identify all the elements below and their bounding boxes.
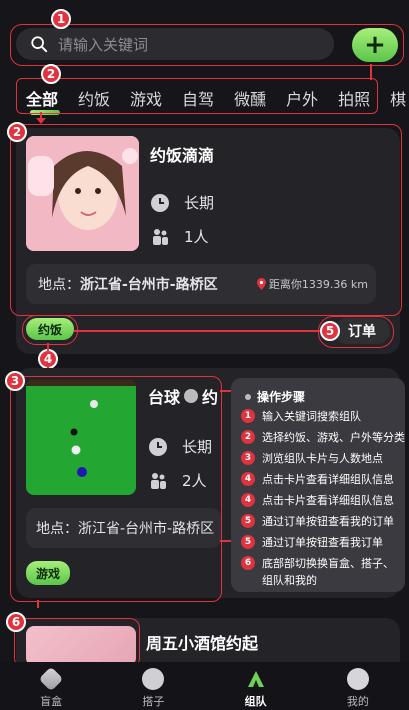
annotation-badge-6: 6 <box>6 612 26 632</box>
annotation-badge-2b: 2 <box>7 122 27 142</box>
annotation-box-card-2 <box>10 376 222 602</box>
card-duration: 长期 <box>150 192 214 213</box>
nav-label: 组队 <box>244 695 267 708</box>
annotation-badge-5: 5 <box>320 321 340 341</box>
distance: 距离你1339.36 km <box>256 276 368 292</box>
annotation-line <box>220 390 231 392</box>
location-label: 地点： <box>38 277 80 293</box>
step-text: 通过订单按钮查看我的订单 <box>262 515 394 528</box>
step-item: 2 选择约饭、游戏、户外等分类 <box>241 429 405 446</box>
dot-icon <box>245 393 251 400</box>
annotation-box-card-3 <box>14 618 140 668</box>
clock-icon <box>151 193 169 212</box>
tab-chess[interactable]: 棋 <box>390 86 406 110</box>
location-pin-icon <box>256 278 266 290</box>
annotation-box-search <box>10 24 404 66</box>
nav-label: 我的 <box>346 695 369 708</box>
step-number: 5 <box>241 514 255 528</box>
step-text: 浏览组队卡片与人数地点 <box>262 452 383 465</box>
team-icon <box>247 671 264 687</box>
annotation-line <box>370 64 372 80</box>
nav-blindbox[interactable]: 盲盒 <box>0 662 102 710</box>
profile-icon <box>346 668 369 690</box>
step-text: 选择约饭、游戏、户外等分类 <box>262 431 405 444</box>
card-cover-image <box>26 136 139 251</box>
annotation-box-tag <box>22 315 78 345</box>
duration-value: 长期 <box>184 194 215 212</box>
card-people: 1人 <box>150 226 209 247</box>
nav-label: 搭子 <box>142 695 165 708</box>
step-text: 点击卡片查看详细组队信息 <box>262 494 394 507</box>
people-count: 1人 <box>184 228 209 246</box>
step-number: 1 <box>241 409 255 423</box>
nav-team[interactable]: 组队 <box>205 662 307 710</box>
steps-panel: 操作步骤 1 输入关键词搜索组队 2 选择约饭、游戏、户外等分类 3 浏览组队卡片与人… <box>231 378 405 592</box>
step-number: 6 <box>241 556 255 570</box>
step-text: 点击卡片查看详细组队信息 <box>262 473 394 486</box>
annotation-box-tabs <box>16 78 378 114</box>
step-number: 4 <box>241 472 255 486</box>
card-location-box: 地点： 浙江省-台州市-路桥区 距离你1339.36 km <box>26 264 376 304</box>
card-title: 周五小酒馆约起 <box>146 634 259 653</box>
steps-list: 1 输入关键词搜索组队 2 选择约饭、游戏、户外等分类 3 浏览组队卡片与人数地点 4… <box>241 408 405 593</box>
step-item: 4 点击卡片查看详细组队信息 <box>241 471 401 488</box>
partner-icon <box>142 668 165 690</box>
steps-title-text: 操作步骤 <box>257 390 306 404</box>
step-item: 6 底部部切换换盲盒、搭子、组队和我的 <box>241 555 401 589</box>
blindbox-icon <box>38 666 64 692</box>
step-text: 通过订单按钮查看我订单 <box>262 536 383 549</box>
step-number: 3 <box>241 451 255 465</box>
nav-profile[interactable]: 我的 <box>307 662 409 710</box>
step-number: 2 <box>241 430 255 444</box>
distance-value: 距离你1339.36 km <box>268 278 368 291</box>
step-item: 4 点击卡片查看详细组队信息 <box>241 492 401 509</box>
annotation-badge-2: 2 <box>41 64 61 84</box>
steps-title: 操作步骤 <box>245 388 305 405</box>
annotation-badge-3: 3 <box>5 371 25 391</box>
step-number: 5 <box>241 535 255 549</box>
annotation-line <box>220 540 231 542</box>
step-text: 底部部切换换盲盒、搭子、组队和我的 <box>262 557 394 587</box>
step-item: 3 浏览组队卡片与人数地点 <box>241 450 401 467</box>
annotation-line <box>37 600 39 608</box>
card-title: 约饭滴滴 <box>150 146 215 165</box>
step-item: 5 通过订单按钮查看我的订单 <box>241 513 401 530</box>
annotation-line <box>47 343 49 351</box>
step-text: 输入关键词搜索组队 <box>262 410 361 423</box>
step-number: 4 <box>241 493 255 507</box>
step-item: 1 输入关键词搜索组队 <box>241 408 401 425</box>
annotation-badge-4: 4 <box>38 349 58 369</box>
people-icon <box>153 228 168 245</box>
bottom-nav: 盲盒 搭子 组队 我的 <box>0 662 409 710</box>
nav-partner[interactable]: 搭子 <box>102 662 204 710</box>
annotation-badge-1: 1 <box>51 9 71 29</box>
location-value: 浙江省-台州市-路桥区 <box>80 277 218 293</box>
step-item: 5 通过订单按钮查看我订单 <box>241 534 401 551</box>
annotation-line <box>74 330 320 332</box>
nav-label: 盲盒 <box>40 695 63 708</box>
